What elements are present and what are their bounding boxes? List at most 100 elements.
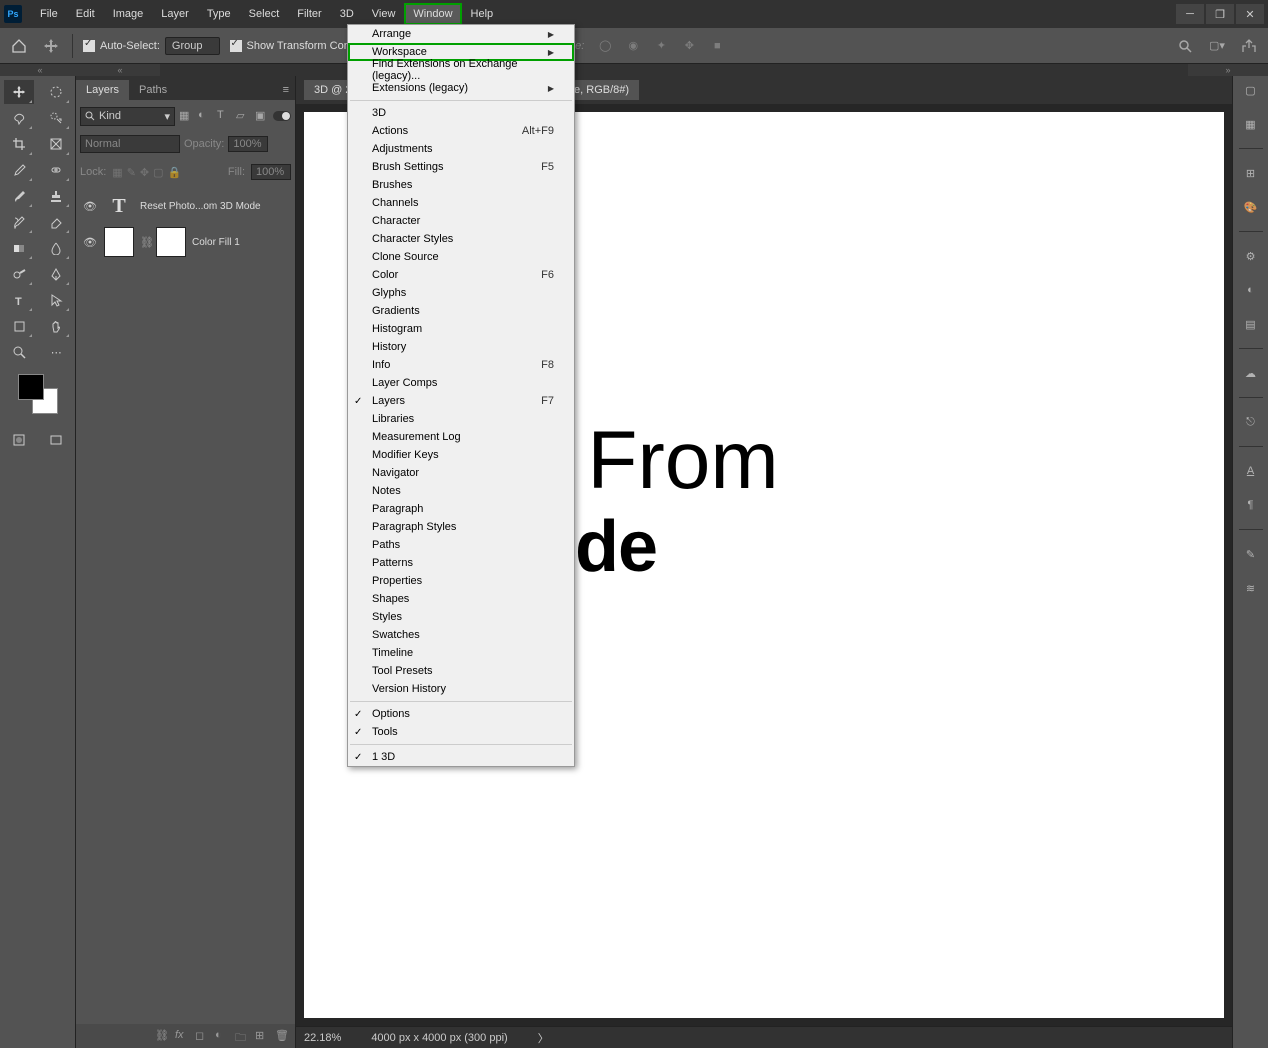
link-icon[interactable]: ⛓ <box>140 236 150 249</box>
menu-edit[interactable]: Edit <box>68 4 103 24</box>
show-transform-checkbox[interactable] <box>230 40 242 52</box>
brush-tool[interactable] <box>4 184 34 208</box>
dock-swatches-icon[interactable]: ▦ <box>1241 114 1261 134</box>
quick-select-tool[interactable] <box>41 106 71 130</box>
blur-tool[interactable] <box>41 236 71 260</box>
menu-item-1-3d[interactable]: ✓1 3D <box>348 748 574 766</box>
lock-pixels-icon[interactable]: ▦ <box>112 166 122 179</box>
3d-orbit-icon[interactable]: ◯ <box>594 35 616 57</box>
lock-paint-icon[interactable]: ✎ <box>127 166 136 179</box>
menu-item-info[interactable]: InfoF8 <box>348 356 574 374</box>
auto-select-dropdown[interactable]: Group <box>165 37 220 55</box>
3d-roll-icon[interactable]: ◉ <box>622 35 644 57</box>
menu-item-find-extensions-on-exchange-legacy-[interactable]: Find Extensions on Exchange (legacy)... <box>348 61 574 79</box>
fill-input[interactable]: 100% <box>251 164 291 180</box>
dock-presets-icon[interactable]: ≋ <box>1241 578 1261 598</box>
healing-tool[interactable] <box>41 158 71 182</box>
search-icon[interactable] <box>1174 35 1196 57</box>
filter-kind-select[interactable]: Kind ▾ <box>80 107 175 126</box>
zoom-tool[interactable] <box>4 340 34 364</box>
menu-item-properties[interactable]: Properties <box>348 572 574 590</box>
menu-item-options[interactable]: ✓Options <box>348 705 574 723</box>
group-icon[interactable]: 🗀 <box>235 1029 249 1043</box>
menu-item-histogram[interactable]: Histogram <box>348 320 574 338</box>
filter-toggle[interactable] <box>273 111 291 121</box>
menu-item-version-history[interactable]: Version History <box>348 680 574 698</box>
menu-item-gradients[interactable]: Gradients <box>348 302 574 320</box>
color-swatches[interactable] <box>18 374 58 414</box>
zoom-level[interactable]: 22.18% <box>304 1032 341 1044</box>
status-arrow-icon[interactable]: 〉 <box>538 1030 549 1046</box>
dodge-tool[interactable] <box>4 262 34 286</box>
menu-item-shapes[interactable]: Shapes <box>348 590 574 608</box>
3d-slide-icon[interactable]: ✥ <box>678 35 700 57</box>
blend-mode-select[interactable]: Normal <box>80 135 180 153</box>
menu-item-measurement-log[interactable]: Measurement Log <box>348 428 574 446</box>
menu-item-patterns[interactable]: Patterns <box>348 554 574 572</box>
menu-item-navigator[interactable]: Navigator <box>348 464 574 482</box>
menu-3d[interactable]: 3D <box>332 4 362 24</box>
opacity-input[interactable]: 100% <box>228 136 268 152</box>
collapse-left[interactable]: « <box>0 64 80 76</box>
eraser-tool[interactable] <box>41 210 71 234</box>
maximize-button[interactable]: ❐ <box>1206 4 1234 24</box>
dock-char-icon[interactable]: A <box>1241 461 1261 481</box>
shape-tool[interactable] <box>4 314 34 338</box>
crop-tool[interactable] <box>4 132 34 156</box>
pen-tool[interactable] <box>41 262 71 286</box>
menu-item-brush-settings[interactable]: Brush SettingsF5 <box>348 158 574 176</box>
stamp-tool[interactable] <box>41 184 71 208</box>
menu-item-brushes[interactable]: Brushes <box>348 176 574 194</box>
menu-item-extensions-legacy-[interactable]: Extensions (legacy)▶ <box>348 79 574 97</box>
history-brush-tool[interactable] <box>4 210 34 234</box>
frame-tool[interactable] <box>41 132 71 156</box>
hand-tool[interactable] <box>41 314 71 338</box>
menu-item-libraries[interactable]: Libraries <box>348 410 574 428</box>
mask-icon[interactable]: ◻ <box>195 1029 209 1043</box>
menu-item-swatches[interactable]: Swatches <box>348 626 574 644</box>
move-tool-icon[interactable] <box>40 35 62 57</box>
menu-layer[interactable]: Layer <box>153 4 197 24</box>
menu-item-channels[interactable]: Channels <box>348 194 574 212</box>
workspace-icon[interactable]: ▢▾ <box>1206 35 1228 57</box>
menu-item-actions[interactable]: ActionsAlt+F9 <box>348 122 574 140</box>
dock-brush-icon[interactable]: ✎ <box>1241 544 1261 564</box>
menu-item-character-styles[interactable]: Character Styles <box>348 230 574 248</box>
dock-adjust-icon[interactable]: ⚙ <box>1241 246 1261 266</box>
menu-help[interactable]: Help <box>463 4 502 24</box>
share-icon[interactable] <box>1238 35 1260 57</box>
menu-item-3d[interactable]: 3D <box>348 104 574 122</box>
menu-item-layers[interactable]: ✓LayersF7 <box>348 392 574 410</box>
fx-icon[interactable]: fx <box>175 1029 189 1043</box>
minimize-button[interactable]: ─ <box>1176 4 1204 24</box>
menu-item-glyphs[interactable]: Glyphs <box>348 284 574 302</box>
dock-glyph-icon[interactable]: ⎋ <box>1241 412 1261 432</box>
path-select-tool[interactable] <box>41 288 71 312</box>
menu-item-color[interactable]: ColorF6 <box>348 266 574 284</box>
dock-cloud-icon[interactable]: ☁ <box>1241 363 1261 383</box>
panel-menu-icon[interactable]: ≡ <box>277 80 295 100</box>
dock-halftone-icon[interactable]: ◐ <box>1241 280 1261 300</box>
layer-item[interactable]: 👁 ⛓ Color Fill 1 <box>80 224 291 260</box>
filter-type-icon[interactable]: T <box>217 109 231 123</box>
menu-item-adjustments[interactable]: Adjustments <box>348 140 574 158</box>
auto-select-checkbox[interactable] <box>83 40 95 52</box>
menu-type[interactable]: Type <box>199 4 239 24</box>
menu-window[interactable]: Window <box>405 4 460 24</box>
tab-paths[interactable]: Paths <box>129 80 177 100</box>
screen-mode[interactable] <box>41 428 71 452</box>
menu-item-history[interactable]: History <box>348 338 574 356</box>
menu-item-arrange[interactable]: Arrange▶ <box>348 25 574 43</box>
lasso-tool[interactable] <box>4 106 34 130</box>
menu-file[interactable]: File <box>32 4 66 24</box>
filter-shape-icon[interactable]: ▱ <box>236 109 250 123</box>
menu-image[interactable]: Image <box>105 4 152 24</box>
menu-item-styles[interactable]: Styles <box>348 608 574 626</box>
doc-dimensions[interactable]: 4000 px x 4000 px (300 ppi) <box>371 1032 507 1044</box>
menu-item-notes[interactable]: Notes <box>348 482 574 500</box>
tab-layers[interactable]: Layers <box>76 80 129 100</box>
menu-item-paragraph-styles[interactable]: Paragraph Styles <box>348 518 574 536</box>
close-button[interactable]: ✕ <box>1236 4 1264 24</box>
menu-item-timeline[interactable]: Timeline <box>348 644 574 662</box>
lock-all-icon[interactable]: 🔒 <box>168 166 182 179</box>
